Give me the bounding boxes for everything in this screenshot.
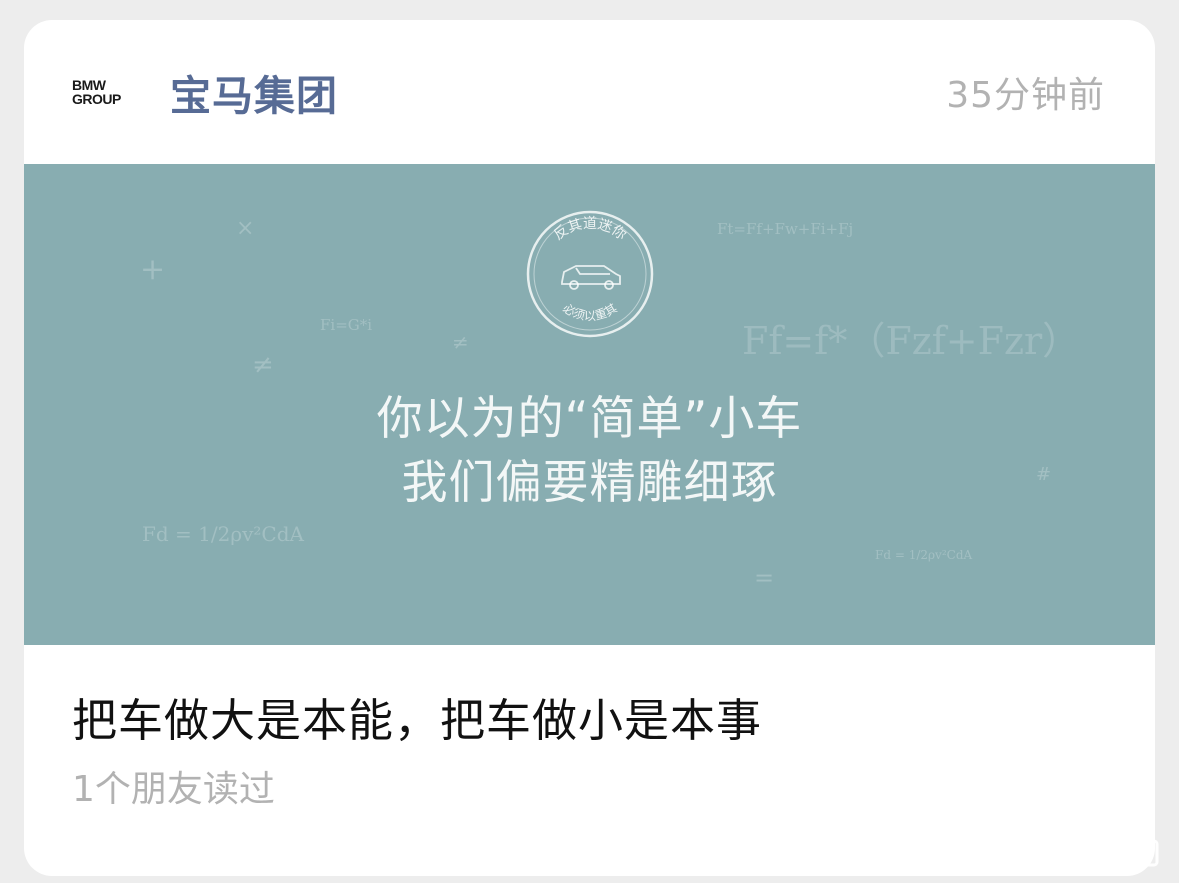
- watermark-logo: [1005, 839, 1159, 867]
- friends-read-count: 1个朋友读过: [72, 769, 275, 810]
- cover-headline-line-1: 你以为的“简单”小车: [376, 391, 803, 445]
- account-name[interactable]: 宝马集团: [170, 70, 338, 122]
- cover-image[interactable]: Ft=Ff+Fw+Fi+Fj Fi=G*i Ff=f*（Fzf+Fzr） Fd …: [24, 164, 1155, 645]
- article-card[interactable]: BMW GROUP 宝马集团 35分钟前 Ft=Ff+Fw+Fi+Fj Fi=G…: [24, 20, 1155, 876]
- car-icon: [561, 265, 621, 290]
- logo-line-2: GROUP: [72, 91, 121, 107]
- article-title[interactable]: 把车做大是本能，把车做小是本事: [72, 691, 762, 751]
- card-header: BMW GROUP 宝马集团 35分钟前: [24, 20, 1155, 164]
- bmw-group-logo[interactable]: BMW GROUP: [72, 78, 134, 106]
- stamp-bottom-text: 必须以重其: [560, 301, 619, 323]
- publish-time: 35分钟前: [946, 75, 1105, 116]
- cover-headline-line-2: 我们偏要精雕细琢: [401, 455, 778, 509]
- stamp-top-text: 反其道迷你: [551, 216, 629, 244]
- logo-line-1: BMW: [72, 77, 106, 93]
